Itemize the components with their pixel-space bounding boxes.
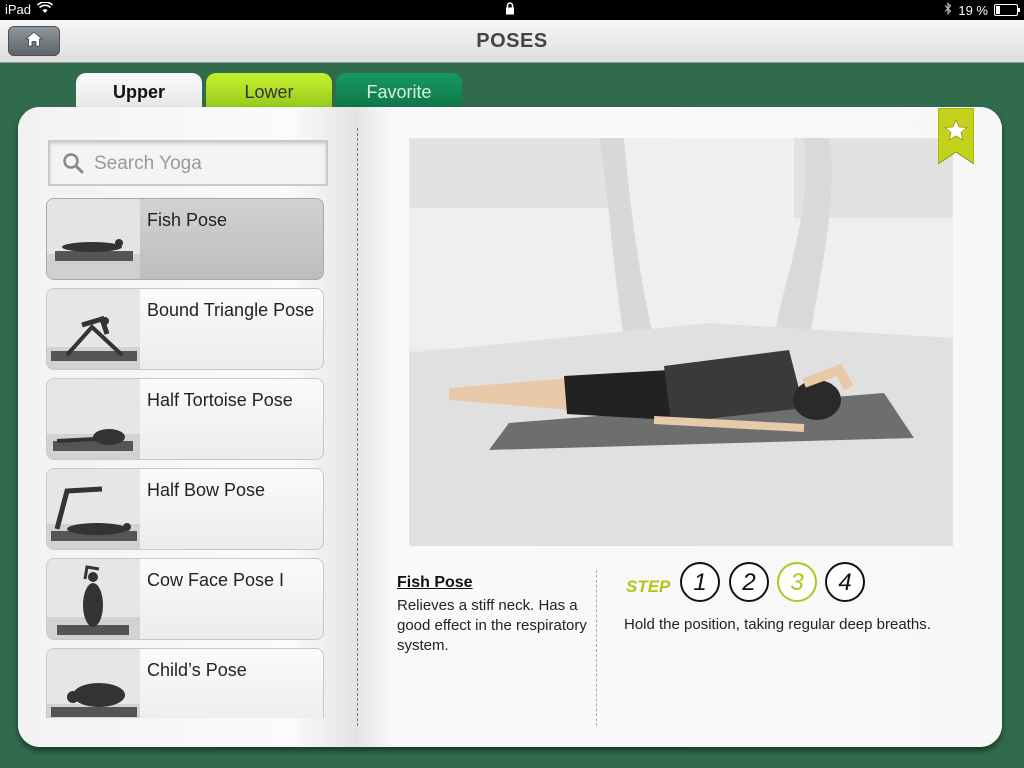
list-item-fish-pose[interactable]: Fish Pose xyxy=(46,198,324,280)
step-instruction: Hold the position, taking regular deep b… xyxy=(624,616,931,633)
bluetooth-icon xyxy=(944,2,952,18)
list-item-label: Fish Pose xyxy=(147,210,228,230)
pose-thumbnail xyxy=(47,559,140,639)
tab-favorite[interactable]: Favorite xyxy=(336,73,462,109)
pose-list[interactable]: Fish Pose Bound Triangle Pose Half Torto… xyxy=(46,198,328,718)
pose-thumbnail xyxy=(47,199,140,279)
device-name: iPad xyxy=(5,2,32,17)
wifi-icon xyxy=(36,1,54,17)
list-item-cow-face-pose[interactable]: Cow Face Pose I xyxy=(46,558,324,640)
battery-percent: 19 % xyxy=(958,2,988,18)
navigation-bar: POSES xyxy=(0,20,1024,63)
list-item-childs-pose[interactable]: Child’s Pose xyxy=(46,648,324,718)
step-4-button[interactable]: 4 xyxy=(825,562,865,602)
list-item-label: Half Bow Pose xyxy=(147,480,266,500)
lock-icon xyxy=(505,2,515,18)
list-item-half-tortoise-pose[interactable]: Half Tortoise Pose xyxy=(46,378,324,460)
step-2-button[interactable]: 2 xyxy=(729,562,769,602)
list-item-label: Half Tortoise Pose xyxy=(147,390,293,410)
status-bar: iPad 19 % xyxy=(0,0,1024,20)
step-label: STEP xyxy=(626,577,671,596)
pose-name: Fish Pose xyxy=(397,574,473,591)
tab-upper[interactable]: Upper xyxy=(76,73,202,109)
book-spine-divider xyxy=(357,128,358,726)
list-item-label: Bound Triangle Pose xyxy=(147,300,315,320)
search-icon xyxy=(62,152,84,179)
search-input[interactable] xyxy=(92,150,324,178)
detail-divider xyxy=(596,570,597,726)
pose-photo xyxy=(409,138,953,546)
tab-lower[interactable]: Lower xyxy=(206,73,332,109)
search-box[interactable] xyxy=(48,140,328,186)
list-item-label: Child’s Pose xyxy=(147,660,247,680)
step-1-button[interactable]: 1 xyxy=(680,562,720,602)
pose-description: Relieves a stiff neck. Has a good effect… xyxy=(397,597,587,654)
pose-thumbnail xyxy=(47,649,140,718)
list-item-bound-triangle-pose[interactable]: Bound Triangle Pose xyxy=(46,288,324,370)
star-bookmark-icon xyxy=(937,107,975,165)
favorite-bookmark[interactable] xyxy=(937,107,975,165)
page-title: POSES xyxy=(476,30,548,52)
pose-thumbnail xyxy=(47,379,140,459)
step-3-button[interactable]: 3 xyxy=(777,562,817,602)
pose-thumbnail xyxy=(47,469,140,549)
pose-thumbnail xyxy=(47,289,140,369)
list-item-half-bow-pose[interactable]: Half Bow Pose xyxy=(46,468,324,550)
list-item-label: Cow Face Pose I xyxy=(147,570,285,590)
battery-icon xyxy=(994,4,1020,16)
